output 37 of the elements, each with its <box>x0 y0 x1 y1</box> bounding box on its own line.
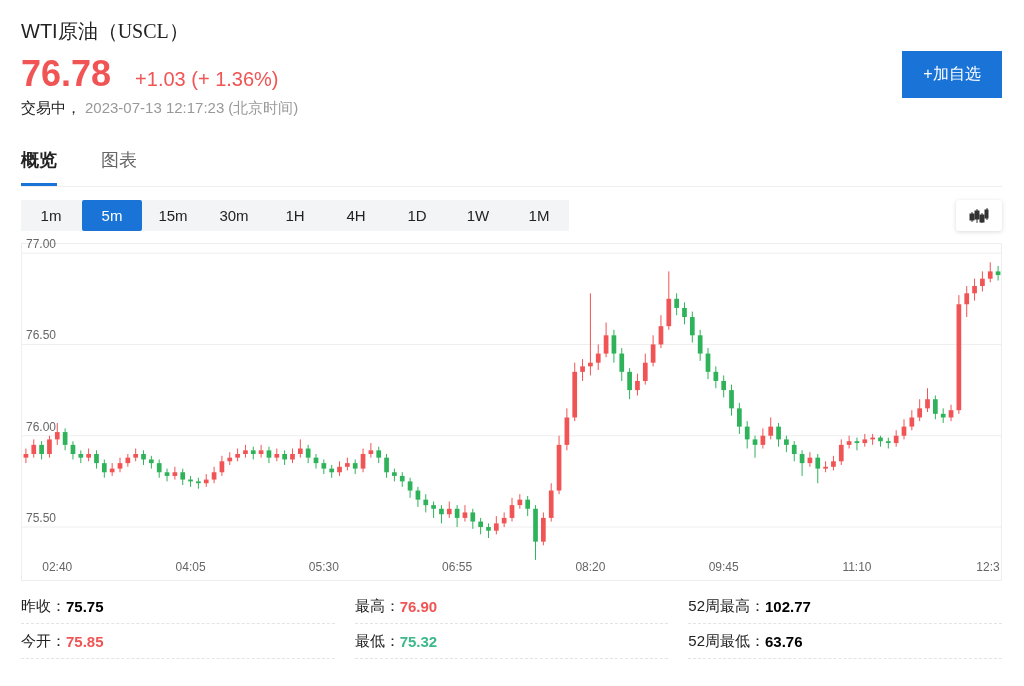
stat-label: 52周最低： <box>688 631 765 651</box>
y-axis-label: 76.00 <box>26 419 57 434</box>
x-axis-label: 09:45 <box>708 560 739 574</box>
last-price: 76.78 <box>21 53 112 95</box>
x-axis-label: 11:10 <box>842 560 872 574</box>
trading-status: 交易中， <box>21 99 81 118</box>
stat-value: 76.90 <box>399 597 438 615</box>
stat-label: 昨收： <box>21 596 66 616</box>
x-axis-label: 08:20 <box>575 560 606 574</box>
stat-value: 102.77 <box>765 597 811 615</box>
stat-value: 75.32 <box>399 632 438 650</box>
tab[interactable]: 概览 <box>21 142 57 186</box>
tab[interactable]: 图表 <box>101 142 137 186</box>
y-axis-label: 75.50 <box>26 511 57 526</box>
timezone-label: (北京时间) <box>228 99 299 118</box>
chart-type-button[interactable] <box>956 200 1002 231</box>
candlestick-icon <box>969 207 989 224</box>
timestamp: 2023-07-13 12:17:23 <box>85 99 225 118</box>
instrument-code: （USCL） <box>97 19 189 44</box>
interval-button[interactable]: 5m <box>82 200 142 231</box>
price-change: +1.03 (+ 1.36%) <box>135 68 279 91</box>
x-axis-label: 12:3 <box>976 560 1000 574</box>
x-axis-label: 06:55 <box>442 560 473 574</box>
stat-value: 75.85 <box>66 632 104 650</box>
stat-value: 63.76 <box>765 632 803 650</box>
stat-label: 52周最高： <box>688 596 765 616</box>
y-axis-label: 76.50 <box>26 328 57 343</box>
y-axis-label: 77.00 <box>26 237 57 252</box>
instrument-name: WTI原油 <box>21 19 98 44</box>
stat-label: 最低： <box>354 631 400 651</box>
stat-value: 75.75 <box>66 597 104 615</box>
x-axis-label: 05:30 <box>308 560 339 574</box>
add-watchlist-button[interactable]: +加自选 <box>902 51 1002 98</box>
stat-label: 最高： <box>354 596 400 616</box>
x-axis-label: 04:05 <box>175 560 206 574</box>
stat-label: 今开： <box>21 631 66 651</box>
x-axis-label: 02:40 <box>42 560 73 574</box>
